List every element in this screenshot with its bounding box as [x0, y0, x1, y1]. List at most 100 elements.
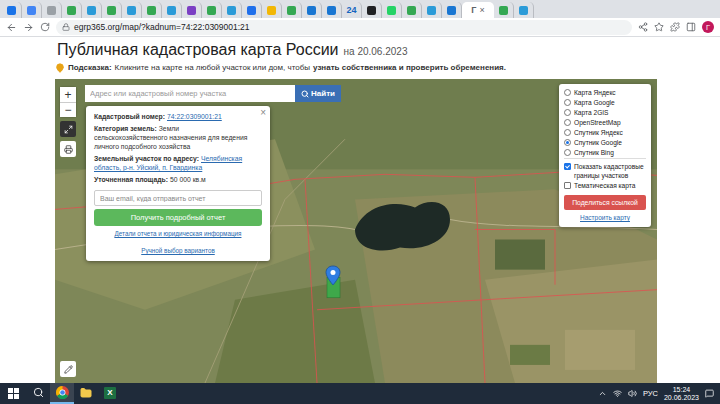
language-indicator[interactable]: РУС: [643, 389, 658, 398]
browser-tab[interactable]: [162, 2, 182, 18]
browser-tab[interactable]: [22, 2, 42, 18]
browser-tab[interactable]: [2, 2, 22, 18]
map-marker-icon[interactable]: [325, 265, 341, 297]
browser-tab[interactable]: [142, 2, 162, 18]
volume-icon[interactable]: [628, 389, 637, 398]
details-link[interactable]: Детали отчета и юридическая информация: [94, 229, 262, 238]
browser-tab[interactable]: [402, 2, 422, 18]
layer-label: Спутник Bing: [574, 148, 614, 157]
browser-tab[interactable]: [494, 2, 514, 18]
hint: Подсказка:Кликните на карте на любой уча…: [55, 60, 657, 79]
config-link[interactable]: Настроить карту: [564, 213, 646, 222]
browser-tab[interactable]: [302, 2, 322, 18]
favicon-icon: [7, 6, 16, 15]
favicon-icon: [107, 6, 116, 15]
forward-icon[interactable]: [23, 22, 34, 33]
excel-taskbar-button[interactable]: X: [98, 383, 122, 404]
radio-button[interactable]: [564, 139, 571, 146]
favicon-icon: [187, 6, 196, 15]
share-link-button[interactable]: Поделиться ссылкой: [564, 195, 646, 210]
draw-button[interactable]: [60, 361, 76, 377]
manual-link[interactable]: Ручной выбор вариантов: [94, 241, 262, 255]
browser-tab[interactable]: [282, 2, 302, 18]
print-button[interactable]: [60, 141, 76, 157]
radio-button[interactable]: [564, 129, 571, 136]
layer-radio[interactable]: OpenStreetMap: [564, 118, 646, 127]
share-icon[interactable]: [638, 22, 648, 32]
extensions-icon[interactable]: [670, 22, 680, 32]
report-button[interactable]: Получить подробный отчет: [94, 209, 262, 226]
browser-tab[interactable]: [242, 2, 262, 18]
layer-label: Тематическая карта: [574, 181, 635, 190]
browser-tab[interactable]: [122, 2, 142, 18]
browser-tab[interactable]: [422, 2, 442, 18]
layer-radio[interactable]: Карта 2GIS: [564, 108, 646, 117]
chrome-taskbar-button[interactable]: [50, 383, 74, 404]
taskbar: X РУС 15:2420.06.2023: [0, 383, 720, 404]
browser-tab[interactable]: [202, 2, 222, 18]
tab-label: 24: [346, 6, 356, 15]
reload-icon[interactable]: [40, 22, 50, 32]
browser-tab[interactable]: [322, 2, 342, 18]
layer-checkbox[interactable]: Показать кадастровые границы участков: [564, 158, 646, 180]
browser-tab[interactable]: [442, 2, 462, 18]
layer-radio[interactable]: Спутник Bing: [564, 148, 646, 157]
layer-radio[interactable]: Карта Яндекс: [564, 88, 646, 97]
browser-tab[interactable]: [102, 2, 122, 18]
layer-checkbox[interactable]: Тематическая карта: [564, 181, 646, 190]
star-icon[interactable]: [654, 22, 664, 32]
browser-tab[interactable]: [62, 2, 82, 18]
radio-button[interactable]: [564, 89, 571, 96]
tab-bar: 24 Г×: [0, 0, 720, 18]
layer-radio[interactable]: Карта Google: [564, 98, 646, 107]
address-bar: egrp365.org/map/?kadnum=74:22:0309001:21…: [0, 18, 720, 37]
favicon-icon: [267, 6, 276, 15]
browser-tab[interactable]: [222, 2, 242, 18]
browser-tab[interactable]: [514, 2, 534, 18]
lock-icon: [62, 23, 70, 31]
zoom-in-button[interactable]: +: [60, 87, 76, 102]
explorer-taskbar-button[interactable]: [74, 383, 98, 404]
back-icon[interactable]: [6, 22, 17, 33]
popup-close-button[interactable]: ×: [260, 107, 266, 118]
side-panel-icon[interactable]: [686, 22, 696, 32]
start-button[interactable]: [0, 383, 26, 404]
layer-radio[interactable]: Спутник Google: [564, 138, 646, 147]
clock-date: 20.06.2023: [664, 394, 699, 402]
favicon-icon: [27, 6, 36, 15]
clock[interactable]: 15:2420.06.2023: [664, 386, 699, 402]
browser-tab[interactable]: [82, 2, 102, 18]
browser-tab[interactable]: [42, 2, 62, 18]
radio-button[interactable]: [564, 149, 571, 156]
url-field[interactable]: egrp365.org/map/?kadnum=74:22:0309001:21: [56, 20, 632, 35]
layer-radio[interactable]: Спутник Яндекс: [564, 128, 646, 137]
browser-tab[interactable]: Г×: [462, 2, 494, 18]
search-button[interactable]: Найти: [295, 85, 341, 102]
email-input[interactable]: [94, 190, 262, 206]
popup-link[interactable]: 74:22:0309001:21: [167, 113, 222, 120]
browser-tab[interactable]: [262, 2, 282, 18]
profile-avatar[interactable]: Г: [702, 21, 714, 33]
browser-tab[interactable]: 24: [342, 2, 362, 18]
favicon-icon: [499, 6, 508, 15]
notifications-icon[interactable]: [705, 389, 714, 398]
search-input[interactable]: [85, 85, 295, 102]
tab-close-button[interactable]: ×: [479, 6, 484, 15]
radio-button[interactable]: [564, 109, 571, 116]
radio-button[interactable]: [564, 119, 571, 126]
layer-label: Спутник Яндекс: [574, 128, 623, 137]
checkbox[interactable]: [564, 163, 571, 170]
map[interactable]: +−Найти×Кадастровый номер:74:22:0309001:…: [55, 79, 657, 383]
favicon-icon: [167, 6, 176, 15]
fullscreen-button[interactable]: [60, 121, 76, 137]
tray-arrow-icon[interactable]: [598, 389, 607, 398]
network-icon[interactable]: [613, 389, 622, 398]
search-taskbar-button[interactable]: [26, 383, 50, 404]
browser-tab[interactable]: [182, 2, 202, 18]
checkbox[interactable]: [564, 182, 571, 189]
browser-tab[interactable]: [362, 2, 382, 18]
popup-label: Уточненная площадь:: [94, 176, 168, 183]
browser-tab[interactable]: [382, 2, 402, 18]
radio-button[interactable]: [564, 99, 571, 106]
zoom-out-button[interactable]: −: [60, 102, 76, 117]
